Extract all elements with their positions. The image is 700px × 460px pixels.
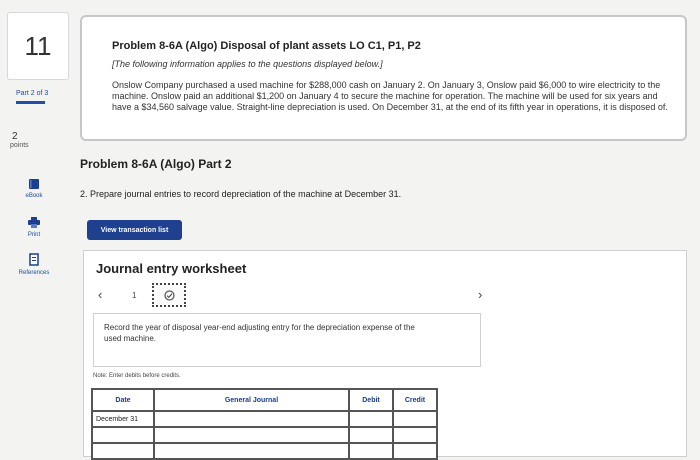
view-transaction-list-button[interactable]: View transaction list: [87, 220, 182, 240]
table-row: December 31: [91, 410, 438, 428]
check-circle-icon: [163, 289, 175, 301]
worksheet-instruction: Record the year of disposal year-end adj…: [104, 323, 415, 343]
references-label: References: [18, 270, 50, 276]
debit-cell[interactable]: [348, 410, 394, 428]
worksheet-note: Note: Enter debits before credits.: [93, 373, 181, 379]
worksheet-instruction-box: Record the year of disposal year-end adj…: [93, 313, 481, 367]
worksheet-title: Journal entry worksheet: [96, 261, 247, 276]
points-label: points: [10, 142, 29, 149]
part-progress-bar: [16, 101, 45, 104]
part-title: Problem 8-6A (Algo) Part 2: [80, 157, 232, 171]
journal-worksheet: Journal entry worksheet ‹ 1 › Record the…: [83, 250, 687, 460]
problem-note: [The following information applies to th…: [112, 59, 383, 69]
general-journal-header: General Journal: [153, 388, 350, 412]
chevron-right-icon[interactable]: ›: [478, 287, 482, 302]
date-cell[interactable]: December 31: [91, 410, 155, 428]
question-number: 11: [7, 12, 69, 80]
table-row: [91, 426, 438, 444]
problem-body: Onslow Company purchased a used machine …: [112, 80, 668, 112]
sidebar: 11 Part 2 of 3 2 points eBook Print Refe…: [0, 0, 72, 457]
ebook-button[interactable]: eBook: [8, 178, 60, 199]
print-button[interactable]: Print: [8, 216, 60, 238]
journal-entry-table: Date General Journal Debit Credit Decemb…: [91, 388, 438, 460]
date-header: Date: [91, 388, 155, 412]
book-icon: [29, 179, 39, 189]
ebook-label: eBook: [25, 193, 43, 199]
problem-title: Problem 8-6A (Algo) Disposal of plant as…: [112, 40, 421, 52]
credit-cell[interactable]: [392, 426, 438, 444]
entry-tab[interactable]: [152, 283, 186, 307]
worksheet-page-number: 1: [132, 291, 137, 300]
print-label: Print: [27, 232, 41, 238]
chevron-left-icon[interactable]: ‹: [98, 287, 102, 302]
debit-cell[interactable]: [348, 426, 394, 444]
references-button[interactable]: References: [8, 253, 60, 276]
problem-panel: Problem 8-6A (Algo) Disposal of plant as…: [80, 15, 687, 141]
debit-header: Debit: [348, 388, 394, 412]
part-indicator: Part 2 of 3: [16, 90, 49, 97]
document-icon: [29, 253, 39, 266]
account-cell[interactable]: [153, 410, 350, 428]
credit-cell[interactable]: [392, 410, 438, 428]
part-instruction: 2. Prepare journal entries to record dep…: [80, 189, 402, 199]
date-cell[interactable]: [91, 426, 155, 444]
account-cell[interactable]: [153, 426, 350, 444]
printer-icon: [28, 217, 40, 228]
credit-header: Credit: [392, 388, 438, 412]
points-value: 2: [12, 131, 18, 142]
